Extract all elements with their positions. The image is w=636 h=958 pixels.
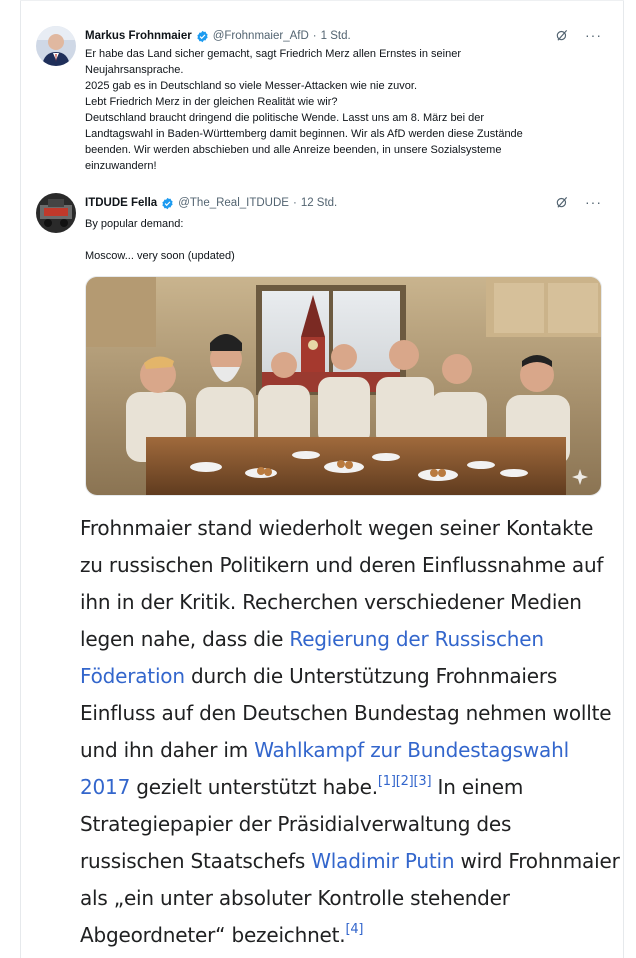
divider	[20, 0, 624, 1]
wiki-paragraph: Frohnmaier stand wiederholt wegen seiner…	[80, 510, 620, 954]
reference-4[interactable]: [4]	[345, 922, 363, 937]
author-name[interactable]: ITDUDE Fella	[85, 197, 157, 209]
reference-2[interactable]: [2]	[396, 774, 414, 789]
grok-icon[interactable]	[555, 195, 569, 209]
avatar[interactable]	[36, 193, 76, 233]
tweet-text-line2: Moscow... very soon (updated)	[85, 250, 235, 262]
reference-1[interactable]: [1]	[378, 774, 396, 789]
author-handle[interactable]: @The_Real_ITDUDE	[178, 197, 289, 209]
tweet-text: Er habe das Land sicher gemacht, sagt Fr…	[85, 48, 523, 172]
more-icon[interactable]: ···	[585, 195, 602, 209]
author-name[interactable]: Markus Frohnmaier	[85, 30, 192, 42]
tweet-actions: ···	[555, 28, 602, 42]
more-icon[interactable]: ···	[585, 28, 602, 42]
wiki-text: gezielt unterstützt habe.	[130, 775, 378, 799]
tweet-text-line1: By popular demand:	[85, 218, 184, 230]
tweet-actions: ···	[555, 195, 602, 209]
avatar[interactable]	[36, 26, 76, 66]
timestamp[interactable]: 1 Std.	[321, 30, 351, 42]
tweet-header: Markus Frohnmaier @Frohnmaier_AfD · 1 St…	[85, 30, 351, 42]
verified-badge-icon	[162, 197, 173, 209]
tweet-image-illustration	[86, 277, 601, 495]
author-handle[interactable]: @Frohnmaier_AfD	[213, 30, 309, 42]
tweet-image[interactable]	[85, 276, 602, 496]
reference-3[interactable]: [3]	[414, 774, 432, 789]
grok-icon[interactable]	[555, 28, 569, 42]
timestamp[interactable]: 12 Std.	[301, 197, 337, 209]
tweet-frohnmaier[interactable]: Markus Frohnmaier @Frohnmaier_AfD · 1 St…	[36, 26, 616, 172]
verified-badge-icon	[197, 30, 208, 42]
tweet-header: ITDUDE Fella @The_Real_ITDUDE · 12 Std.	[85, 197, 338, 209]
link-wladimir-putin[interactable]: Wladimir Putin	[311, 849, 454, 873]
